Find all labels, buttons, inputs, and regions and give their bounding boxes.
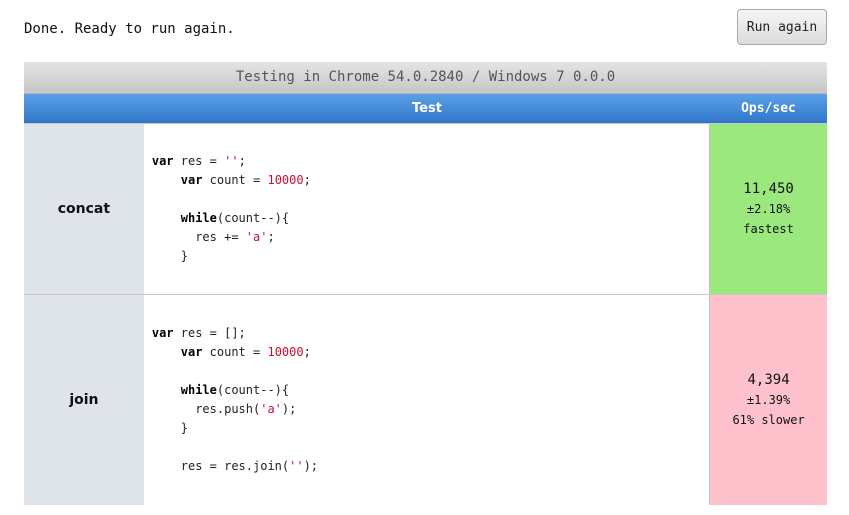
table-row: join var res = []; var count = 10000; wh… bbox=[24, 294, 827, 505]
code-block: var res = ''; var count = 10000; while(c… bbox=[152, 152, 311, 266]
code-line: while(count--){ bbox=[180, 383, 290, 397]
code-line: } bbox=[151, 421, 188, 435]
code-line: var res = ''; bbox=[151, 154, 246, 168]
ops-rank: 61% slower bbox=[732, 413, 805, 427]
ops-rank: fastest bbox=[743, 222, 794, 236]
test-code: var res = ''; var count = 10000; while(c… bbox=[143, 124, 710, 294]
code-line: res += 'a'; bbox=[151, 230, 275, 244]
code-line: var count = 10000; bbox=[180, 173, 311, 187]
test-label: join bbox=[24, 295, 144, 505]
table-caption: Testing in Chrome 54.0.2840 / Windows 7 … bbox=[24, 62, 827, 94]
ops-error-margin: ±1.39% bbox=[746, 393, 791, 407]
code-line: res = res.join(''); bbox=[151, 459, 319, 473]
code-line: var count = 10000; bbox=[180, 345, 311, 359]
code-block: var res = []; var count = 10000; while(c… bbox=[152, 324, 318, 476]
status-text: Done. Ready to run again. bbox=[24, 21, 235, 37]
test-code: var res = []; var count = 10000; while(c… bbox=[143, 295, 710, 505]
run-again-button[interactable]: Run again bbox=[737, 9, 827, 45]
ops-value: 11,450 bbox=[743, 181, 794, 197]
ops-result-slower: 4,394 ±1.39% 61% slower bbox=[709, 295, 827, 505]
test-label: concat bbox=[24, 124, 144, 294]
code-line: res.push('a'); bbox=[151, 402, 297, 416]
header-label-column bbox=[24, 94, 144, 123]
code-line: var res = []; bbox=[151, 326, 246, 340]
ops-result-fastest: 11,450 ±2.18% fastest bbox=[709, 124, 827, 294]
table-row: concat var res = ''; var count = 10000; … bbox=[24, 123, 827, 294]
ops-error-margin: ±2.18% bbox=[746, 202, 791, 216]
table-header-row: Test Ops/sec bbox=[24, 94, 827, 123]
header-test: Test bbox=[412, 101, 442, 116]
code-line: while(count--){ bbox=[180, 211, 290, 225]
header-ops-per-sec: Ops/sec bbox=[741, 101, 796, 116]
code-line: } bbox=[151, 249, 188, 263]
ops-value: 4,394 bbox=[747, 372, 790, 388]
results-table: Testing in Chrome 54.0.2840 / Windows 7 … bbox=[24, 62, 827, 515]
